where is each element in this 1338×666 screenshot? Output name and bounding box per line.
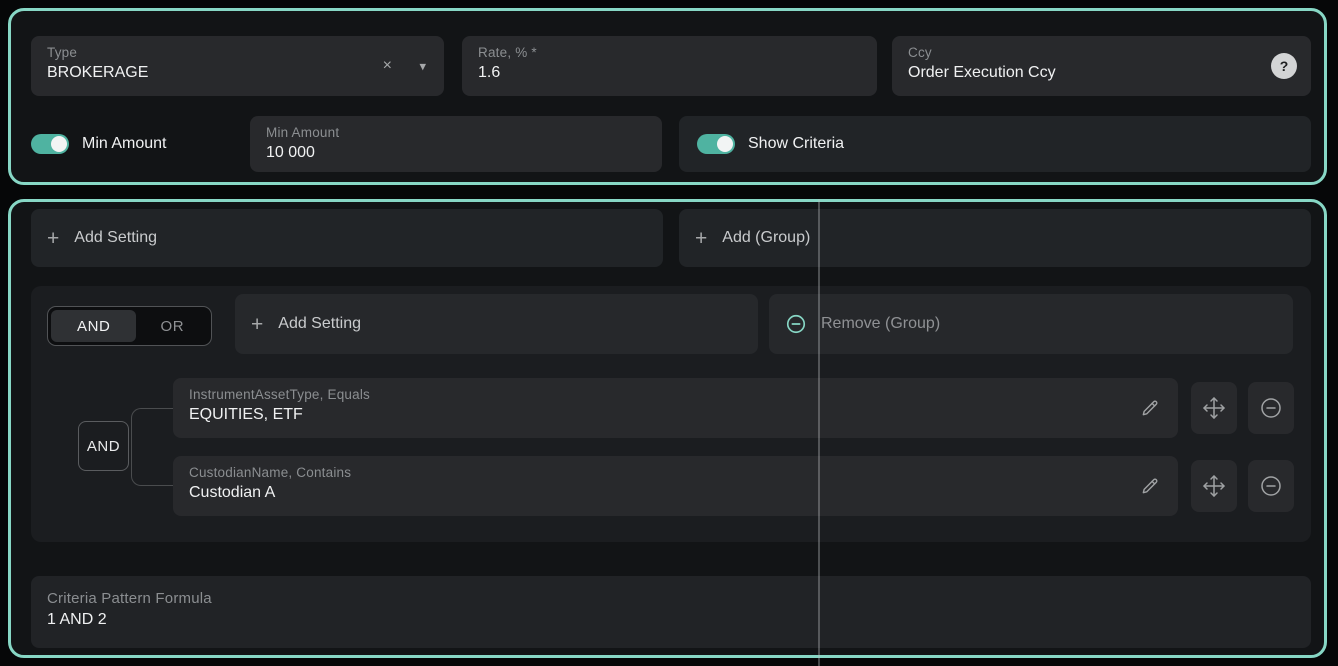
- type-value: BROKERAGE: [47, 64, 428, 82]
- condition-label: CustodianName, Contains: [189, 465, 1162, 480]
- condition-row[interactable]: InstrumentAssetType, Equals EQUITIES, ET…: [173, 378, 1178, 438]
- edit-pencil-icon[interactable]: [1140, 476, 1160, 496]
- plus-icon: +: [251, 314, 263, 335]
- criteria-builder-section: + Add Setting + Add (Group) AND OR + Add…: [8, 199, 1327, 658]
- show-criteria-toggle-label: Show Criteria: [748, 135, 844, 153]
- plus-icon: +: [695, 228, 707, 249]
- min-amount-value: 10 000: [266, 144, 646, 162]
- condition-value: EQUITIES, ETF: [189, 406, 1162, 424]
- group-add-setting-label: Add Setting: [278, 315, 361, 333]
- ccy-value: Order Execution Ccy: [908, 64, 1295, 82]
- add-group-label: Add (Group): [722, 229, 810, 247]
- add-setting-button[interactable]: + Add Setting: [31, 209, 663, 267]
- min-amount-toggle-label: Min Amount: [82, 135, 166, 153]
- fee-criteria-screen: Type BROKERAGE × ▾ Rate, % * 1.6 Ccy Ord…: [0, 0, 1338, 666]
- group-add-setting-button[interactable]: + Add Setting: [235, 294, 758, 354]
- rate-label: Rate, % *: [478, 45, 861, 60]
- criteria-group-panel: AND OR + Add Setting Remove (Group) AND: [31, 286, 1311, 542]
- condition-connector-bracket: [131, 408, 173, 486]
- remove-condition-button[interactable]: [1248, 460, 1294, 512]
- show-criteria-panel: Show Criteria: [679, 116, 1311, 172]
- remove-condition-button[interactable]: [1248, 382, 1294, 434]
- minus-circle-icon: [785, 313, 807, 335]
- move-condition-button[interactable]: [1191, 382, 1237, 434]
- edit-pencil-icon[interactable]: [1140, 398, 1160, 418]
- min-amount-toggle-row: Min Amount: [31, 134, 166, 154]
- and-or-switch: AND OR: [47, 306, 212, 346]
- clear-icon[interactable]: ×: [383, 58, 392, 74]
- rate-input[interactable]: Rate, % * 1.6: [462, 36, 877, 96]
- ccy-select[interactable]: Ccy Order Execution Ccy ?: [892, 36, 1311, 96]
- formula-value: 1 AND 2: [47, 611, 1295, 629]
- condition-value: Custodian A: [189, 484, 1162, 502]
- ccy-label: Ccy: [908, 45, 1295, 60]
- formula-label: Criteria Pattern Formula: [47, 590, 1295, 607]
- show-criteria-toggle[interactable]: [697, 134, 735, 154]
- min-amount-label: Min Amount: [266, 125, 646, 140]
- condition-row[interactable]: CustodianName, Contains Custodian A: [173, 456, 1178, 516]
- and-option[interactable]: AND: [51, 310, 136, 342]
- remove-group-button[interactable]: Remove (Group): [769, 294, 1293, 354]
- fee-settings-section: Type BROKERAGE × ▾ Rate, % * 1.6 Ccy Ord…: [8, 8, 1327, 185]
- type-label: Type: [47, 45, 428, 60]
- remove-group-label: Remove (Group): [821, 315, 940, 333]
- help-icon[interactable]: ?: [1271, 53, 1297, 79]
- type-select[interactable]: Type BROKERAGE × ▾: [31, 36, 444, 96]
- move-condition-button[interactable]: [1191, 460, 1237, 512]
- plus-icon: +: [47, 228, 59, 249]
- criteria-pattern-formula-input[interactable]: Criteria Pattern Formula 1 AND 2: [31, 576, 1311, 648]
- or-option[interactable]: OR: [136, 310, 208, 342]
- min-amount-toggle[interactable]: [31, 134, 69, 154]
- min-amount-input[interactable]: Min Amount 10 000: [250, 116, 662, 172]
- chevron-down-icon[interactable]: ▾: [419, 60, 426, 73]
- rate-value: 1.6: [478, 64, 861, 82]
- add-group-button[interactable]: + Add (Group): [679, 209, 1311, 267]
- condition-label: InstrumentAssetType, Equals: [189, 387, 1162, 402]
- add-setting-label: Add Setting: [74, 229, 157, 247]
- connector-and-badge: AND: [78, 421, 129, 471]
